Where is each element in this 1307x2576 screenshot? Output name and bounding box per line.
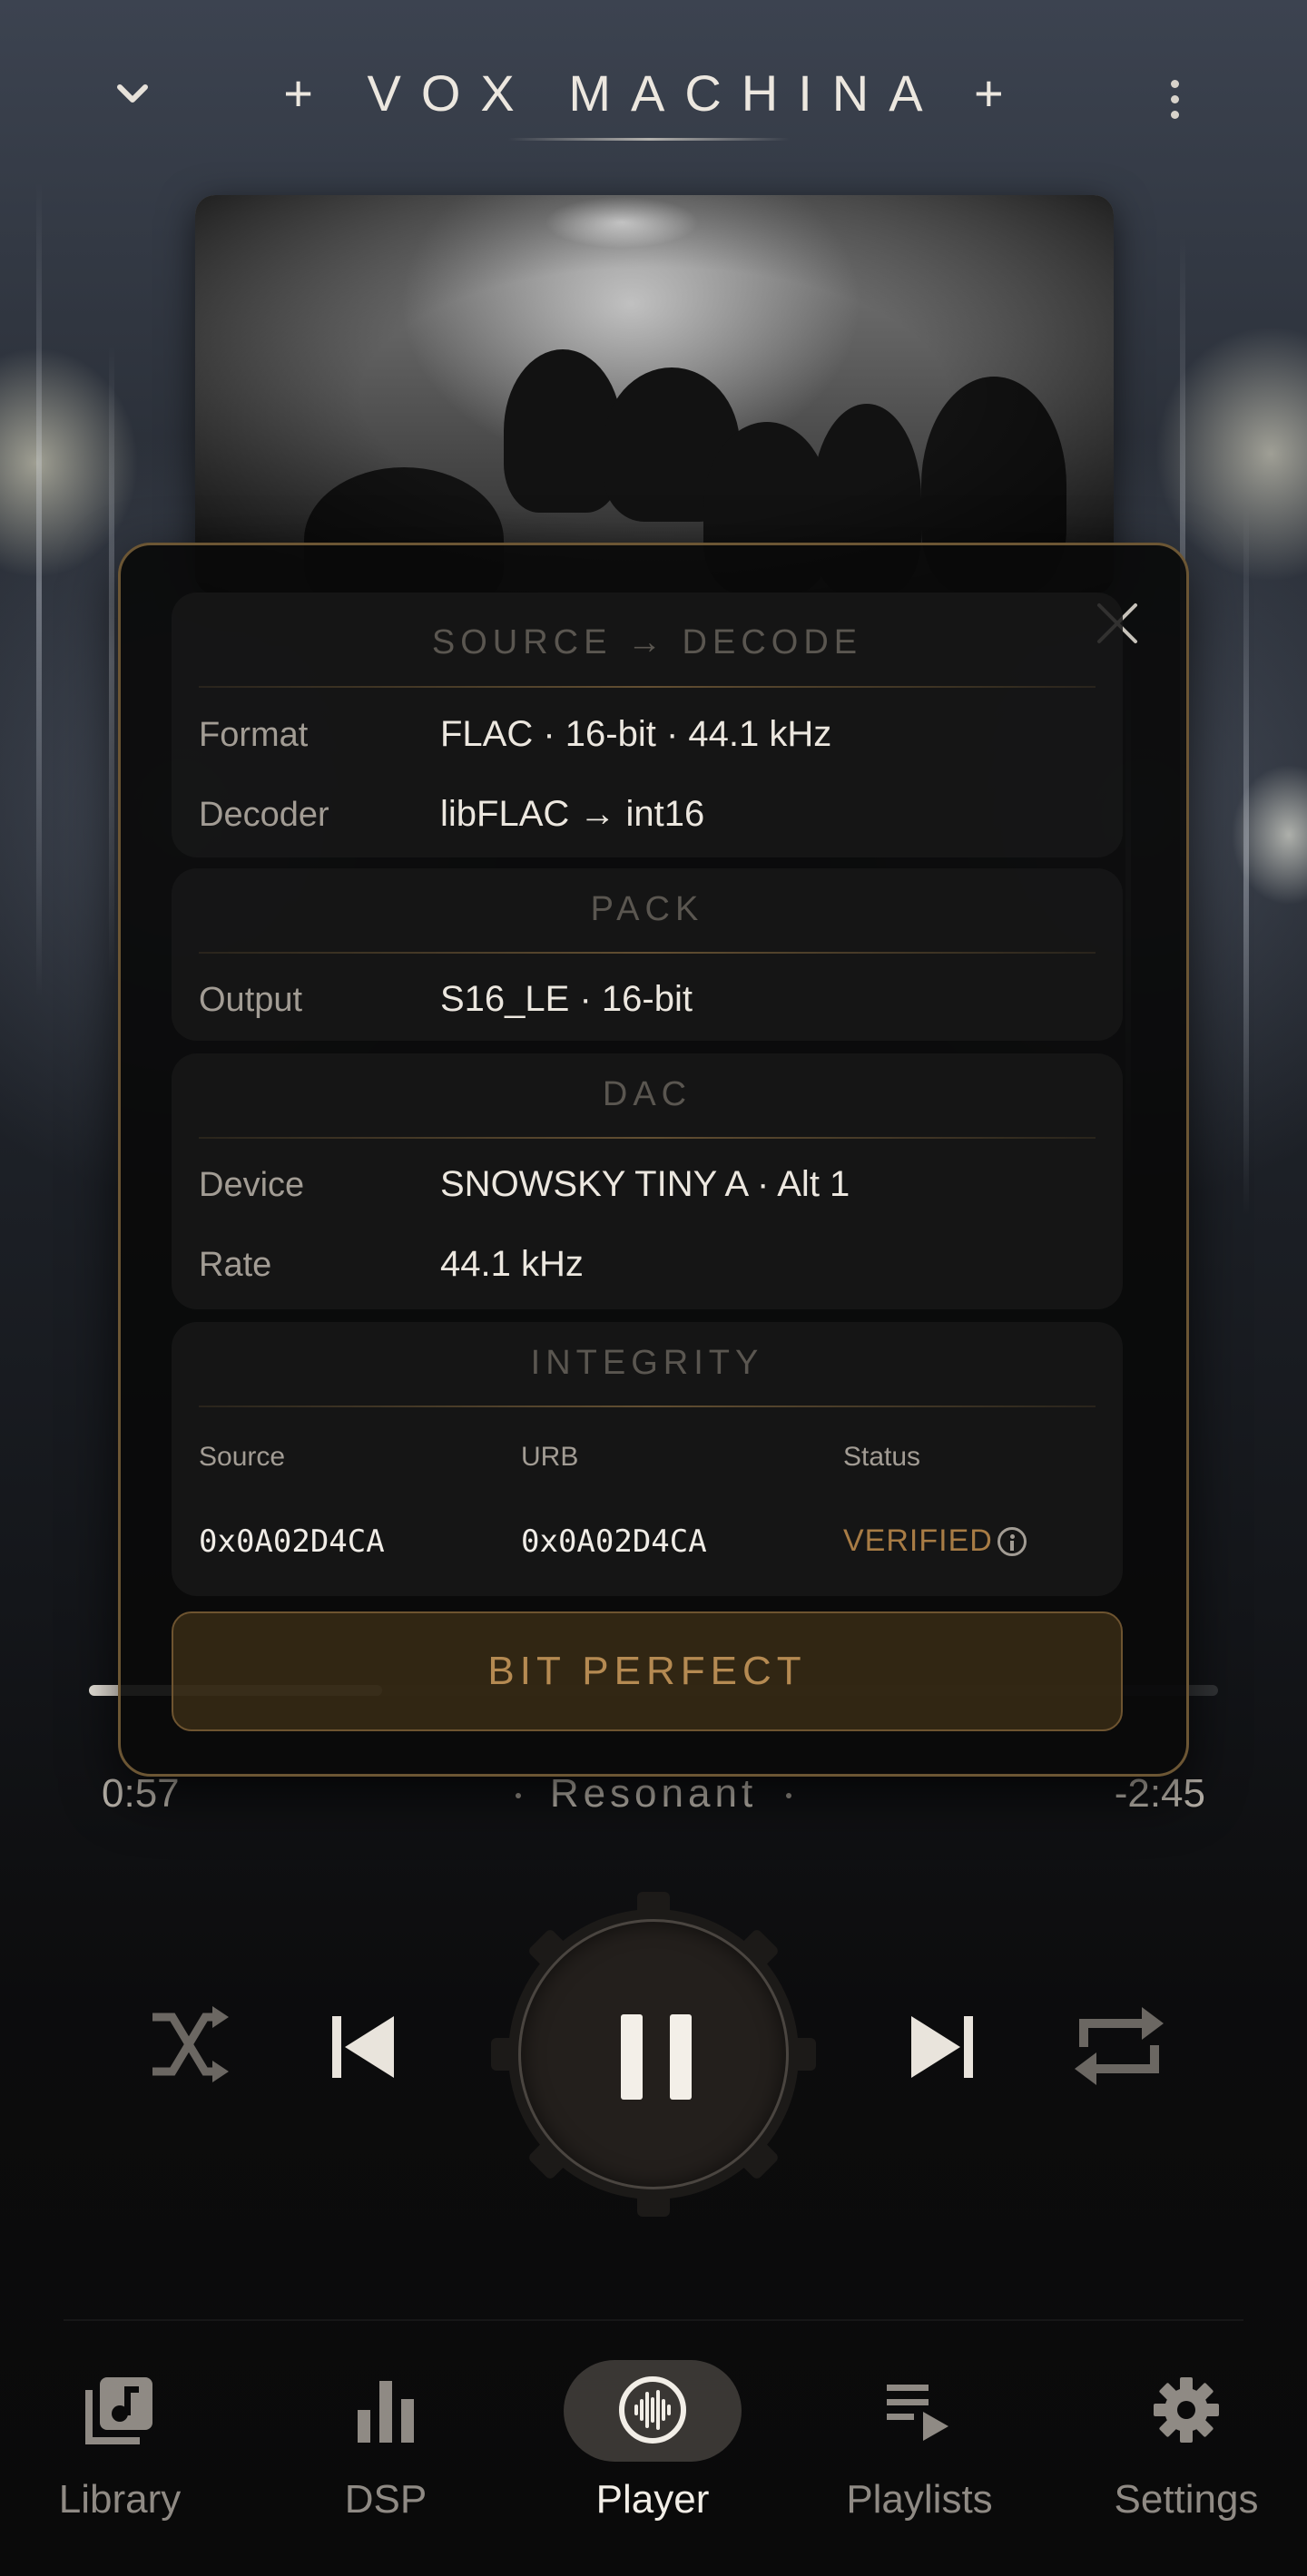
device-label: Device: [199, 1166, 305, 1204]
card-divider: [199, 952, 1096, 954]
urb-column-label: URB: [521, 1442, 579, 1472]
skip-previous-icon[interactable]: [329, 2013, 398, 2081]
rain-streak: [109, 345, 114, 980]
dac-card: DAC Device SNOWSKY TINY A · Alt 1 Rate 4…: [172, 1053, 1123, 1309]
card-divider: [199, 1137, 1096, 1139]
signal-path-dialog: SOURCE → DECODE Format FLAC · 16-bit · 4…: [118, 543, 1189, 1777]
source-hash: 0x0A02D4CA: [199, 1523, 385, 1560]
mode-dot: [786, 1793, 792, 1799]
pause-button[interactable]: [518, 1919, 789, 2189]
playback-mode[interactable]: Resonant: [0, 1771, 1307, 1817]
mode-label: Resonant: [549, 1771, 758, 1816]
rate-label: Rate: [199, 1246, 272, 1284]
library-music-icon: [85, 2377, 152, 2444]
bit-perfect-badge: BIT PERFECT: [172, 1611, 1123, 1731]
source-column-label: Source: [199, 1442, 286, 1472]
repeat-icon[interactable]: [1071, 1996, 1167, 2096]
decoder-label: Decoder: [199, 796, 329, 834]
remaining-time: -2:45: [1114, 1771, 1205, 1816]
format-value: FLAC · 16-bit · 44.1 kHz: [440, 714, 832, 754]
waveform-icon: [619, 2376, 686, 2444]
art-vignette: [195, 195, 1114, 594]
nav-item-settings[interactable]: Settings: [1068, 2323, 1304, 2576]
bottom-navigation: Library DSP Player Playlists Settings: [0, 2323, 1307, 2576]
nav-item-dsp[interactable]: DSP: [268, 2323, 504, 2576]
more-vertical-icon[interactable]: [1164, 80, 1185, 134]
info-icon[interactable]: [997, 1527, 1027, 1556]
status-verified: VERIFIED: [843, 1523, 993, 1558]
skip-next-icon[interactable]: [908, 2013, 977, 2081]
nav-divider: [64, 2319, 1243, 2321]
card-heading: DAC: [602, 1075, 693, 1113]
pack-card: PACK Output S16_LE · 16-bit: [172, 868, 1123, 1041]
card-divider: [199, 686, 1096, 688]
card-heading: PACK: [590, 890, 704, 928]
nav-item-player[interactable]: Player: [535, 2323, 771, 2576]
play-pause-control[interactable]: [491, 1892, 816, 2217]
now-playing-header: + VOX MACHINA +: [0, 36, 1307, 154]
shuffle-icon[interactable]: [145, 2001, 232, 2088]
nav-label: Library: [58, 2477, 182, 2522]
mode-dot: [515, 1793, 521, 1799]
bar-chart-icon: [358, 2381, 414, 2443]
card-divider: [199, 1406, 1096, 1407]
urb-hash: 0x0A02D4CA: [521, 1523, 707, 1560]
title-underline: [508, 138, 790, 141]
gear-icon: [1154, 2377, 1219, 2443]
rain-streak: [36, 181, 42, 998]
rain-streak: [1243, 508, 1249, 1216]
decoder-value: libFLAC → int16: [440, 794, 705, 834]
device-value: SNOWSKY TINY A · Alt 1: [440, 1164, 850, 1204]
integrity-card: INTEGRITY Source URB Status 0x0A02D4CA 0…: [172, 1322, 1123, 1596]
output-label: Output: [199, 981, 303, 1019]
album-title: + VOX MACHINA +: [283, 64, 1024, 122]
nav-label: DSP: [344, 2477, 427, 2522]
playlist-play-icon: [887, 2385, 948, 2441]
rate-value: 44.1 kHz: [440, 1244, 584, 1284]
nav-item-library[interactable]: Library: [2, 2323, 238, 2576]
output-value: S16_LE · 16-bit: [440, 979, 693, 1019]
album-art: [195, 195, 1114, 594]
card-heading: INTEGRITY: [530, 1344, 764, 1382]
nav-item-playlists[interactable]: Playlists: [801, 2323, 1037, 2576]
source-decode-card: SOURCE → DECODE Format FLAC · 16-bit · 4…: [172, 593, 1123, 857]
card-heading: SOURCE → DECODE: [431, 623, 863, 661]
nav-label: Player: [595, 2477, 710, 2522]
nav-label: Settings: [1114, 2477, 1259, 2522]
nav-label: Playlists: [846, 2477, 993, 2522]
format-label: Format: [199, 716, 309, 754]
status-column-label: Status: [843, 1442, 921, 1472]
